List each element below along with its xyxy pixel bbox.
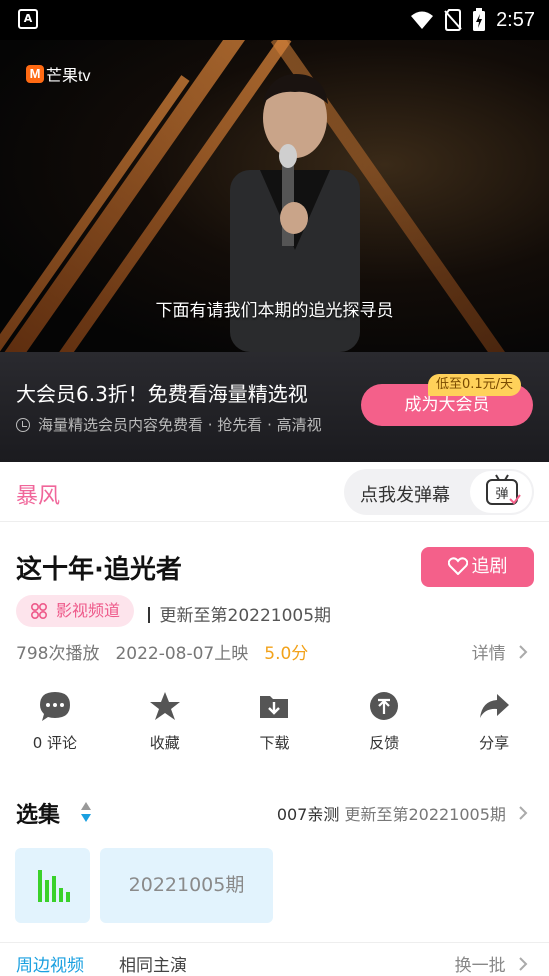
episodes-update-link[interactable]: 007亲测 更新至第20221005期	[277, 801, 529, 825]
status-icons: 2:57	[410, 6, 535, 34]
vip-promo-banner[interactable]: 大会员6.3折！免费看海量精选视 海量精选会员内容免费看 · 抢先看 · 高清视…	[0, 352, 549, 462]
play-count: 798次播放	[16, 644, 100, 664]
clock-icon	[16, 417, 30, 432]
chevron-right-icon	[519, 645, 528, 659]
status-bar: A 2:57	[0, 0, 549, 40]
promo-subtitle: 海量精选会员内容免费看 · 抢先看 · 高清视	[16, 414, 322, 435]
episodes-updated: 更新至第20221005期	[344, 805, 506, 824]
storm-label[interactable]: 暴风	[16, 478, 60, 510]
playing-bars-icon	[38, 870, 70, 902]
star-icon	[149, 692, 180, 720]
download-button[interactable]: 下载	[220, 686, 330, 766]
channel-chip[interactable]: 影视频道	[16, 595, 135, 627]
episode-item-playing[interactable]	[15, 848, 90, 923]
heart-icon	[447, 557, 468, 576]
show-meta: 798次播放 2022-08-07上映 5.0分	[16, 639, 308, 664]
player-tabbar: 暴风 点我发弹幕 弹	[0, 462, 549, 522]
battery-charging-icon	[473, 8, 486, 31]
update-status: 更新至第20221005期	[148, 601, 331, 626]
uploader-name: 007亲测	[276, 805, 340, 824]
related-tabs: 周边视频 相同主演 换一批	[0, 942, 549, 976]
sort-icon[interactable]	[80, 801, 92, 823]
comment-label: 0 评论	[32, 734, 78, 752]
action-bar: 0 评论 收藏 下载 反馈 分享	[0, 686, 549, 766]
comment-button[interactable]: 0 评论	[0, 686, 110, 766]
wifi-icon	[411, 11, 434, 29]
notification-icon: A	[18, 9, 38, 29]
release-date: 2022-08-07上映	[115, 644, 249, 664]
share-icon	[480, 694, 510, 718]
svg-text:弹: 弹	[495, 487, 508, 502]
feedback-icon	[370, 692, 399, 720]
vip-price-tag: 低至0.1元/天	[428, 374, 522, 396]
danmu-icon: 弹	[486, 474, 521, 505]
promo-subtitle-text: 海量精选会员内容免费看 · 抢先看 · 高清视	[38, 416, 322, 434]
refresh-link[interactable]: 换一批	[455, 951, 529, 976]
details-link[interactable]: 详情	[472, 639, 529, 664]
promo-title: 大会员6.3折！免费看海量精选视	[16, 382, 308, 406]
favorite-label: 收藏	[149, 734, 180, 752]
details-label: 详情	[471, 644, 506, 664]
chevron-right-icon	[519, 957, 528, 971]
comment-icon	[39, 692, 70, 721]
favorite-button[interactable]: 收藏	[110, 686, 220, 766]
danmu-toggle-button[interactable]: 弹	[470, 471, 532, 513]
feedback-button[interactable]: 反馈	[329, 686, 439, 766]
show-title: 这十年·追光者	[16, 555, 182, 585]
channel-label: 影视频道	[56, 601, 121, 620]
danmu-placeholder: 点我发弹幕	[360, 485, 450, 506]
clock: 2:57	[496, 8, 535, 31]
chevron-right-icon	[519, 806, 528, 820]
feedback-label: 反馈	[369, 734, 400, 752]
video-player[interactable]: M 芒果tv 下面有请我们本期的追光探寻员	[0, 40, 549, 352]
tab-related-videos[interactable]: 周边视频	[16, 951, 84, 976]
follow-button[interactable]: 追剧	[421, 547, 534, 587]
download-icon	[260, 696, 289, 718]
episodes-header: 选集 007亲测 更新至第20221005期	[0, 793, 549, 833]
tab-same-cast[interactable]: 相同主演	[119, 951, 187, 976]
download-label: 下载	[259, 734, 290, 752]
danmu-input[interactable]: 点我发弹幕 弹	[344, 469, 534, 515]
episode-item[interactable]: 20221005期	[100, 848, 273, 923]
follow-label: 追剧	[471, 556, 508, 577]
update-status-text: 更新至第20221005期	[159, 606, 332, 626]
no-sim-icon	[444, 9, 462, 31]
mango-tv-logo: M 芒果tv	[26, 62, 90, 86]
episodes-heading: 选集	[16, 803, 61, 828]
video-subtitle: 下面有请我们本期的追光探寻员	[155, 301, 394, 321]
score: 5.0分	[264, 644, 309, 664]
channel-icon	[30, 602, 48, 620]
refresh-label: 换一批	[454, 956, 506, 976]
share-label: 分享	[479, 734, 510, 752]
share-button[interactable]: 分享	[439, 686, 549, 766]
